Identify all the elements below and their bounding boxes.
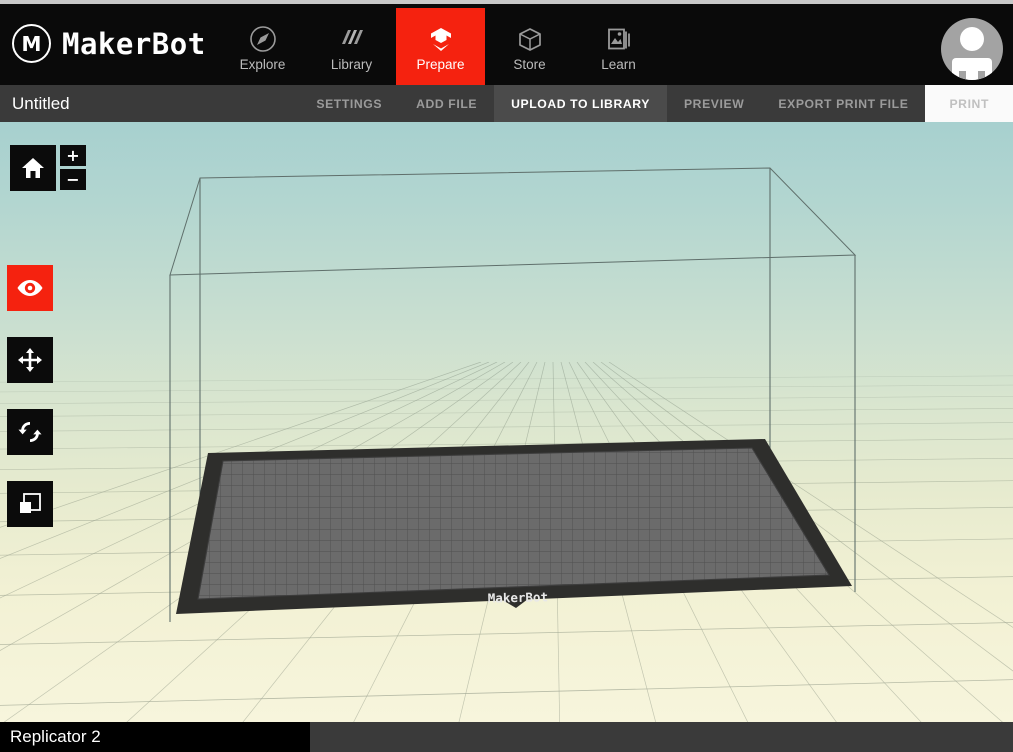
tool-rail: + − xyxy=(0,122,100,722)
zoom-in-button[interactable]: + xyxy=(60,145,86,166)
move-arrows-icon xyxy=(18,348,42,372)
project-menu: SETTINGS ADD FILE UPLOAD TO LIBRARY PREV… xyxy=(299,85,1013,122)
scale-squares-icon xyxy=(20,493,41,513)
eye-icon xyxy=(17,280,43,296)
nav-label-explore: Explore xyxy=(239,57,286,73)
brand-name: MakerBot xyxy=(62,26,206,61)
build-plate-viewport[interactable]: MakerBot xyxy=(0,122,1013,722)
menu-item-print[interactable]: PRINT xyxy=(925,85,1013,122)
makerbot-mark-icon: M xyxy=(12,24,51,63)
makerbot-print-window: M MakerBot Explore Library Prepare Store… xyxy=(0,0,1013,752)
menu-item-preview[interactable]: PREVIEW xyxy=(667,85,761,122)
view-tool-button[interactable] xyxy=(7,265,53,311)
nav-label-library: Library xyxy=(330,57,373,73)
nav-item-library[interactable]: Library xyxy=(307,8,396,89)
nav-item-explore[interactable]: Explore xyxy=(218,8,307,89)
menu-item-settings[interactable]: SETTINGS xyxy=(299,85,399,122)
avatar-notch-left xyxy=(959,71,966,80)
nav-label-prepare: Prepare xyxy=(416,57,465,73)
scale-tool-button[interactable] xyxy=(7,481,53,527)
avatar-body-icon xyxy=(952,58,992,80)
home-icon xyxy=(22,158,44,178)
compass-icon xyxy=(249,25,277,53)
avatar-head-icon xyxy=(960,27,984,51)
brand-logo[interactable]: M MakerBot xyxy=(12,24,206,63)
box-icon xyxy=(516,25,544,53)
layers-icon xyxy=(338,25,366,53)
home-view-button[interactable] xyxy=(10,145,56,191)
plate-surface-grid xyxy=(198,448,829,599)
user-avatar[interactable] xyxy=(941,18,1003,80)
nav-item-prepare[interactable]: Prepare xyxy=(396,8,485,89)
rotate-icon xyxy=(18,422,42,442)
status-bar: Replicator 2 xyxy=(0,722,1013,752)
printer-name: Replicator 2 xyxy=(10,727,101,746)
menu-item-add-file[interactable]: ADD FILE xyxy=(399,85,494,122)
printer-panel[interactable]: Replicator 2 xyxy=(0,722,310,752)
document-title[interactable]: Untitled xyxy=(0,85,290,122)
build-plate: MakerBot xyxy=(176,439,852,614)
main-nav: Explore Library Prepare Store Learn xyxy=(218,8,663,89)
project-toolbar: Untitled SETTINGS ADD FILE UPLOAD TO LIB… xyxy=(0,85,1013,122)
nav-label-store: Store xyxy=(513,57,546,73)
menu-item-upload-to-library[interactable]: UPLOAD TO LIBRARY xyxy=(494,85,667,122)
app-header: M MakerBot Explore Library Prepare Store… xyxy=(0,4,1013,89)
avatar-notch-right xyxy=(978,71,985,80)
nav-label-learn: Learn xyxy=(601,57,636,73)
book-image-icon xyxy=(605,25,633,53)
scene-3d: MakerBot xyxy=(0,167,1013,722)
move-tool-button[interactable] xyxy=(7,337,53,383)
nav-item-store[interactable]: Store xyxy=(485,8,574,89)
plate-brand-label: MakerBot xyxy=(488,589,549,605)
zoom-out-button[interactable]: − xyxy=(60,169,86,190)
rotate-tool-button[interactable] xyxy=(7,409,53,455)
cube-hex-icon xyxy=(427,25,455,53)
menu-item-export-print-file[interactable]: EXPORT PRINT FILE xyxy=(761,85,925,122)
nav-item-learn[interactable]: Learn xyxy=(574,8,663,89)
